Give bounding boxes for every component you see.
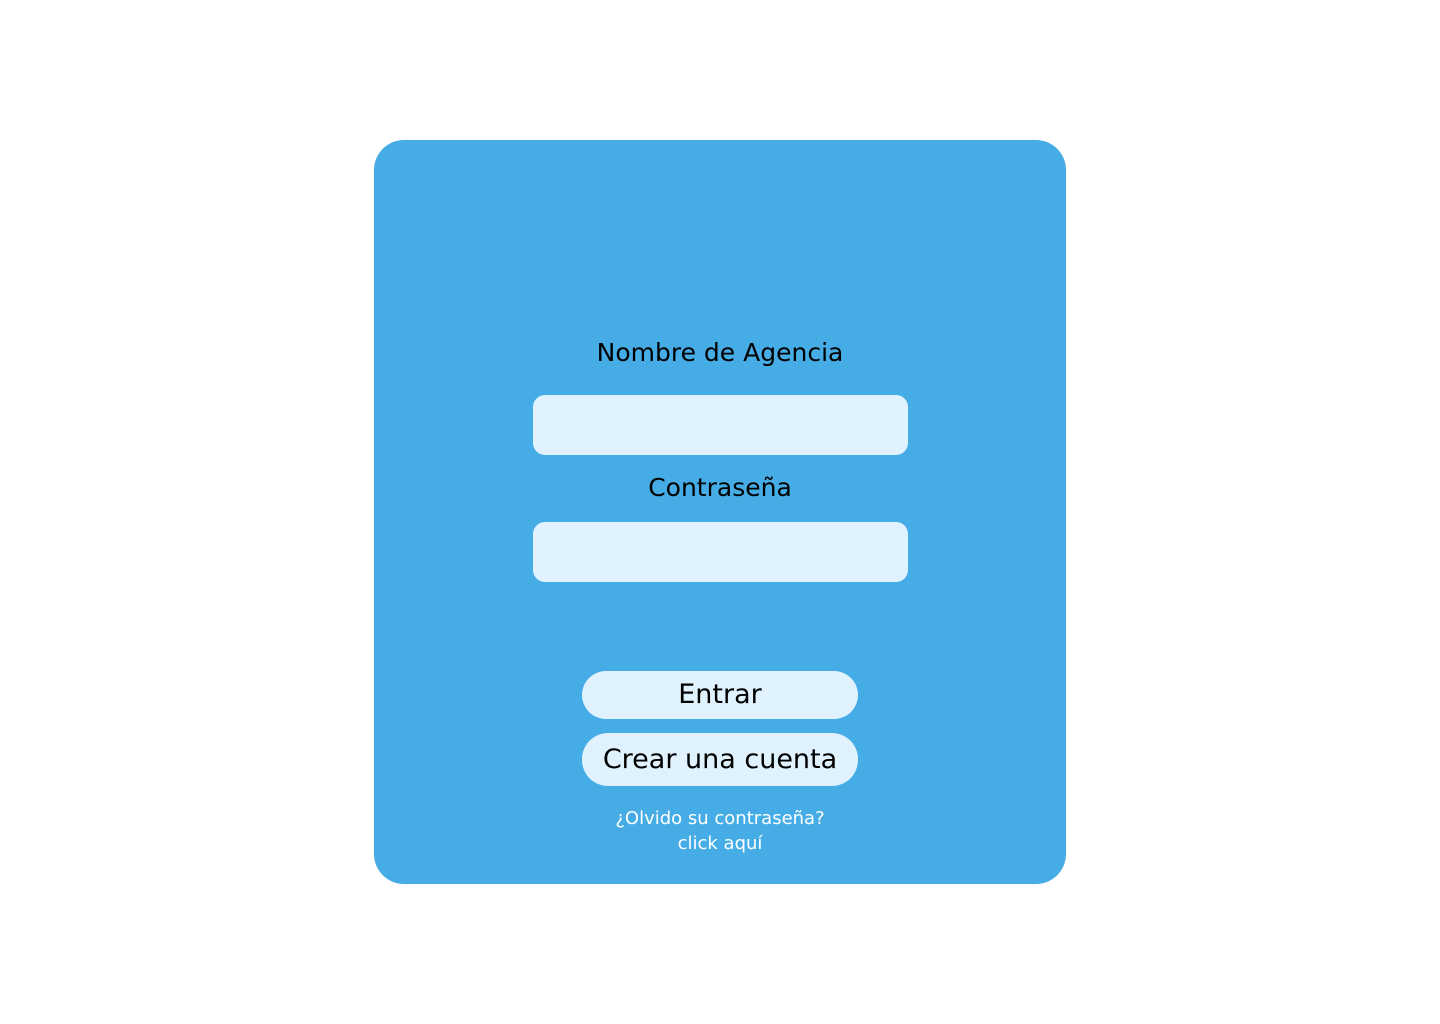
password-label: Contraseña xyxy=(648,473,792,502)
forgot-password-block: ¿Olvido su contraseña? click aquí xyxy=(374,806,1066,856)
forgot-password-link[interactable]: click aquí xyxy=(678,833,763,854)
password-input[interactable] xyxy=(533,522,908,582)
forgot-password-question: ¿Olvido su contraseña? xyxy=(615,808,825,829)
login-card: Nombre de Agencia Contraseña Entrar Crea… xyxy=(374,140,1066,884)
login-button[interactable]: Entrar xyxy=(582,671,858,719)
agency-name-input[interactable] xyxy=(533,395,908,455)
create-account-button[interactable]: Crear una cuenta xyxy=(582,733,858,786)
agency-name-label: Nombre de Agencia xyxy=(596,338,844,367)
